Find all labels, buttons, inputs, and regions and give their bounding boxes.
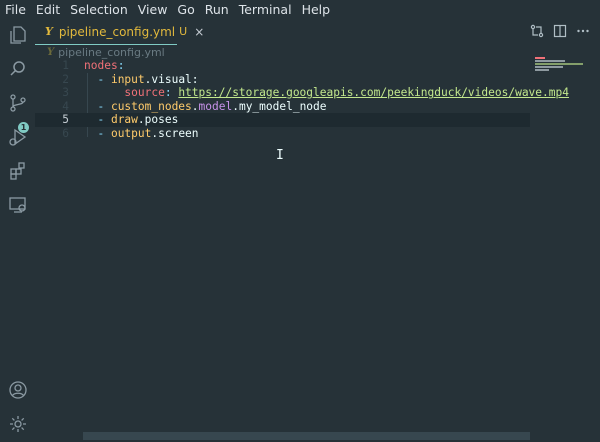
code-token: - [84,99,111,113]
more-actions-icon[interactable] [576,23,590,39]
minimap-line [535,63,583,65]
compare-changes-icon[interactable] [530,23,544,39]
line-text: - custom_nodes.model.my_model_node [84,99,327,114]
minimap-line [535,69,549,71]
tab-pipeline-config[interactable]: Y pipeline_config.yml U × [35,19,204,45]
menu-view[interactable]: View [133,0,173,19]
line-text: source: https://storage.googleapis.com/p… [84,86,569,100]
minimap-line [535,60,565,62]
code-token: custom_nodes [110,99,192,113]
split-editor-icon[interactable] [553,23,567,39]
menu-terminal[interactable]: Terminal [234,0,297,19]
menu-help[interactable]: Help [297,0,336,19]
code-editor[interactable]: 1 nodes: 2 - input.visual: 3 source: https:… [35,59,569,141]
code-token: - [84,72,111,86]
tab-bar: Y pipeline_config.yml U × [35,19,600,45]
minimap[interactable] [535,57,595,73]
minimap-line [535,57,545,59]
code-token: nodes [84,59,118,72]
menu-file[interactable]: File [0,0,31,19]
yaml-file-icon: Y [47,46,55,58]
yaml-file-icon: Y [45,25,53,38]
search-icon[interactable] [8,59,28,79]
code-token: draw [110,113,138,127]
code-token: input [110,72,145,86]
line-text: - input.visual: [84,72,199,87]
code-token: output [110,126,152,140]
line-number: 1 [62,59,69,72]
settings-gear-icon[interactable] [8,414,28,434]
menu-run[interactable]: Run [200,0,234,19]
line-text: - draw.poses [84,113,178,127]
line-text: - output.screen [84,126,199,141]
code-token: source [84,86,165,100]
menu-go[interactable]: Go [172,0,199,19]
code-token: .visual: [144,72,199,86]
activity-bar: 1 [0,19,35,442]
code-token: model [198,99,233,113]
code-token: - [84,113,111,127]
code-token: - [84,126,111,140]
code-token: .my_model_node [232,99,327,113]
code-token: . [191,99,199,113]
source-control-icon[interactable] [8,93,28,113]
code-line[interactable]: 6 - output.screen [35,127,530,141]
mouse-cursor-ibeam: I [276,148,284,163]
horizontal-scrollbar[interactable] [83,432,530,440]
line-number: 6 [62,126,69,140]
tab-label: pipeline_config.yml [58,24,176,39]
close-icon[interactable]: × [194,25,204,39]
explorer-icon[interactable] [8,25,28,45]
editor-area: Y pipeline_config.yml U × Y pipeline_con… [35,19,600,442]
menu-selection[interactable]: Selection [65,0,133,19]
url-link[interactable]: https://storage.googleapis.com/peekingdu… [178,86,569,99]
code-token: .screen [151,126,199,140]
code-line[interactable]: 2 - input.visual: [35,73,530,87]
menu-bar: File Edit Selection View Go Run Terminal Help [0,0,600,19]
line-number: 5 [62,113,69,127]
code-token: : [117,59,125,72]
menu-edit[interactable]: Edit [31,0,65,19]
extensions-icon[interactable] [8,161,28,181]
untracked-indicator: U [179,25,188,38]
run-debug-icon[interactable] [8,127,28,147]
code-line[interactable]: 3 source: https://storage.googleapis.com… [35,86,569,100]
line-number: 3 [62,86,69,100]
code-line[interactable]: 1 nodes: [35,59,530,73]
remote-explorer-icon[interactable] [8,195,28,215]
minimap-line [535,66,563,68]
code-line[interactable]: 4 - custom_nodes.model.my_model_node [35,100,530,114]
line-number: 2 [62,72,69,86]
line-text: nodes: [84,59,124,73]
vertical-scrollbar[interactable] [588,44,600,434]
account-icon[interactable] [8,380,28,400]
code-token: .poses [137,113,179,127]
breadcrumb-filename[interactable]: pipeline_config.yml [58,46,165,59]
editor-actions [530,23,590,39]
breadcrumb[interactable]: Y pipeline_config.yml [35,44,165,60]
code-line[interactable]: 5 - draw.poses [35,113,530,127]
line-number: 4 [62,99,69,113]
code-token: : [164,86,179,100]
